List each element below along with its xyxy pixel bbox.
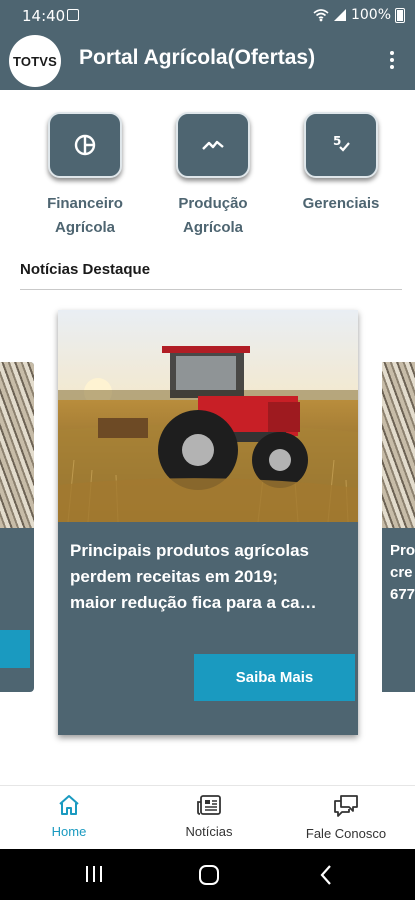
totvs-logo: TOTVS [9,35,61,87]
producao-button[interactable] [176,112,250,178]
wifi-icon [313,9,329,22]
battery-icon [395,7,405,23]
page-title: Portal Agrícola(Ofertas) [79,46,316,69]
tractor-image [58,310,358,522]
news-card-prev[interactable] [0,362,34,692]
recent-apps-icon[interactable] [84,865,104,883]
financeiro-button[interactable] [48,112,122,178]
quick-action-producao[interactable]: Produção Agrícola [158,112,268,240]
status-indicators: 100% [313,7,405,23]
quick-action-financeiro[interactable]: Financeiro Agrícola [30,112,140,240]
nav-noticias[interactable]: Notícias [178,794,240,839]
signal-icon [333,9,346,21]
gerenciais-button[interactable]: 5 [304,112,378,178]
news-card-next[interactable]: Pro cre 677 [382,362,415,692]
checklist-icon: 5 [333,134,350,152]
section-title: Notícias Destaque [20,261,151,278]
trend-icon [202,140,224,150]
divider [20,289,402,290]
nav-fale-conosco-label: Fale Conosco [305,826,387,841]
pie-chart-icon [74,134,96,156]
bottom-nav: Home Notícias Fale Conosco [0,785,415,849]
news-title: Principais produtos agrícolas perdem rec… [70,541,317,612]
nav-noticias-label: Notícias [185,824,233,839]
quick-action-label: Gerenciais [302,195,380,212]
news-image [0,362,34,528]
saiba-mais-button[interactable]: Saiba Mais [194,654,355,701]
back-icon[interactable] [318,864,334,886]
nav-home-label: Home [51,824,87,839]
system-nav-bar [0,849,415,900]
chat-icon [334,795,358,817]
overflow-menu-button[interactable] [383,48,401,72]
app-bar: TOTVS Portal Agrícola(Ofertas) [0,30,415,90]
quick-action-gerenciais[interactable]: 5 Gerenciais [286,112,396,216]
news-card-next-text: Pro cre 677 [390,542,415,603]
quick-action-label: Produção Agrícola [178,195,248,236]
home-icon [59,795,79,815]
svg-text:5: 5 [333,134,341,148]
status-bar: 14:40 100% [0,0,415,30]
status-time: 14:40 [22,7,66,25]
nav-fale-conosco[interactable]: Fale Conosco [300,794,392,841]
home-button-icon[interactable] [198,864,220,886]
news-image [382,362,415,528]
battery-percent: 100% [350,7,391,23]
nav-home[interactable]: Home [41,794,97,839]
quick-action-label: Financeiro Agrícola [47,195,123,236]
saiba-mais-button-prev[interactable] [0,630,30,668]
news-card[interactable]: Principais produtos agrícolas perdem rec… [58,310,358,735]
news-icon [197,795,221,815]
image-notification-icon [67,9,79,21]
